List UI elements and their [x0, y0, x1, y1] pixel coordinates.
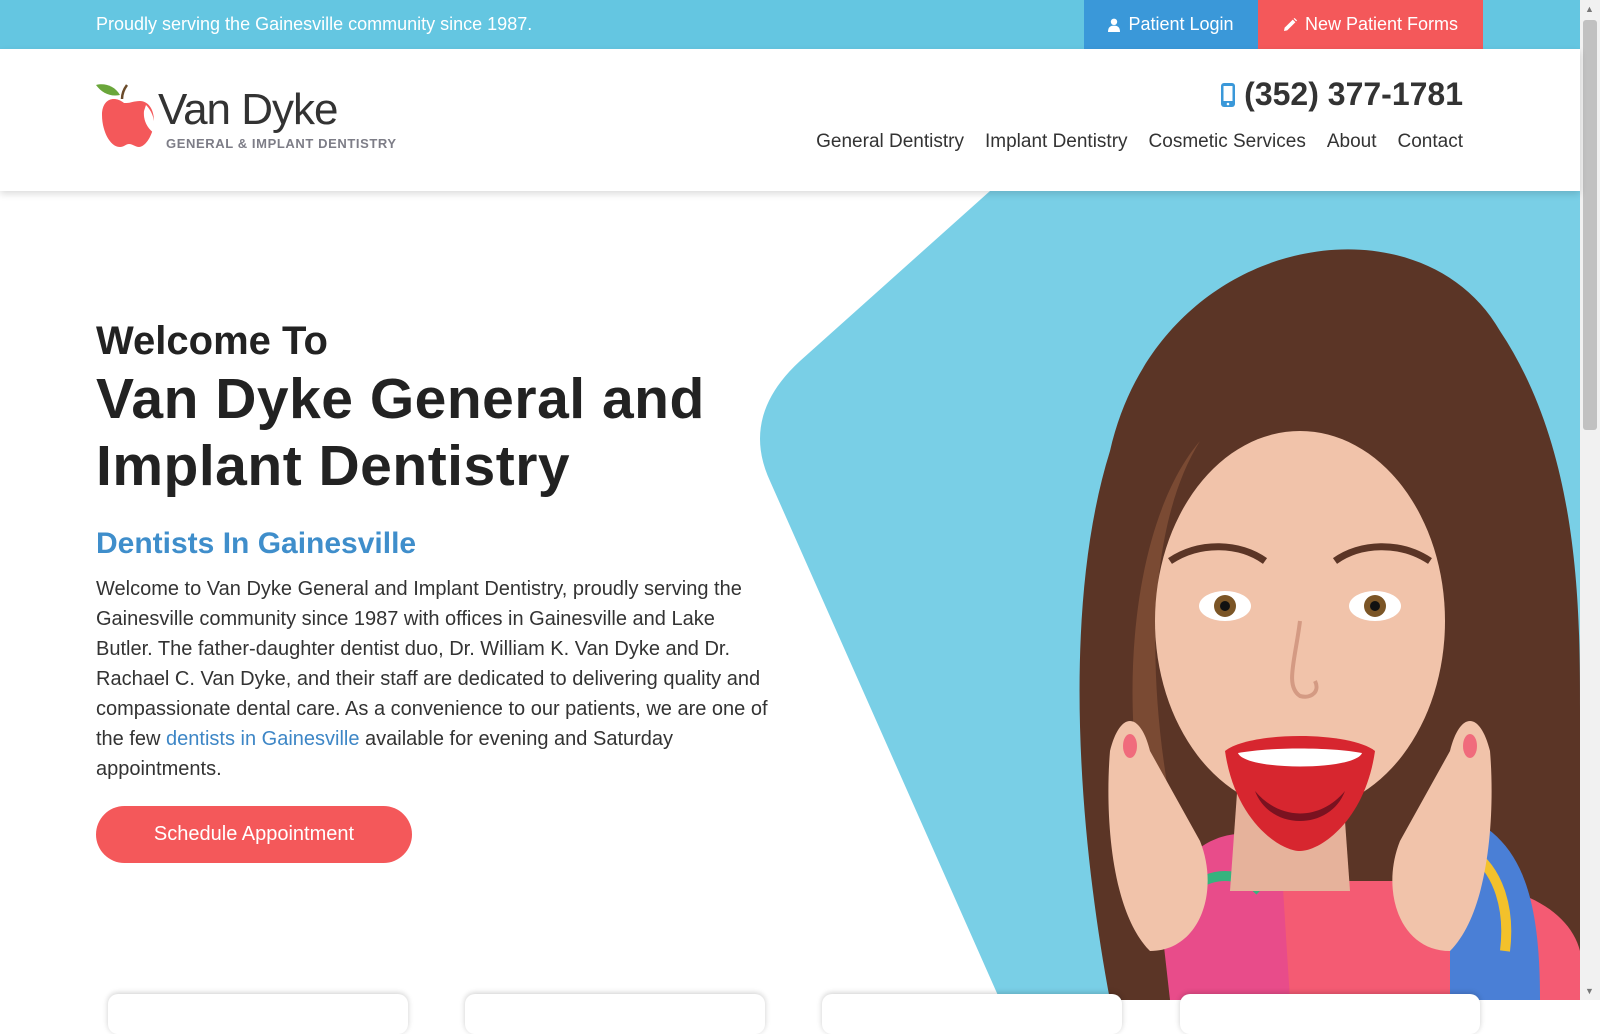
apple-icon	[96, 84, 155, 147]
nav-cosmetic-services[interactable]: Cosmetic Services	[1149, 131, 1306, 153]
new-patient-forms-label: New Patient Forms	[1304, 14, 1459, 34]
welcome-heading: Welcome To	[96, 319, 328, 363]
nav-general-dentistry[interactable]: General Dentistry	[816, 131, 964, 153]
dentists-link[interactable]: dentists in Gainesville	[166, 728, 359, 750]
page-scrollbar[interactable]: ▲ ▼	[1580, 0, 1600, 1000]
phone-label: (352) 377-1781	[1244, 76, 1463, 112]
main-nav: General Dentistry Implant Dentistry Cosm…	[816, 131, 1463, 153]
scroll-down-icon[interactable]: ▼	[1585, 986, 1594, 996]
nav-contact[interactable]: Contact	[1398, 131, 1463, 153]
service-card[interactable]	[108, 994, 408, 1034]
intro-text-part-1: Welcome to Van Dyke General and Implant …	[96, 578, 768, 750]
top-bar: Proudly serving the Gainesville communit…	[0, 0, 1580, 49]
pencil-icon	[1283, 17, 1297, 31]
hero-subtitle: Dentists In Gainesville	[96, 527, 417, 560]
user-icon	[1108, 18, 1121, 32]
page-title: Van Dyke General and Implant Dentistry	[96, 366, 776, 500]
logo-brand-text: Van Dyke	[158, 85, 338, 134]
service-card[interactable]	[1180, 994, 1480, 1034]
schedule-appointment-button[interactable]: Schedule Appointment	[96, 806, 412, 863]
nav-implant-dentistry[interactable]: Implant Dentistry	[985, 131, 1128, 153]
title-line-2: Implant Dentistry	[96, 434, 571, 498]
patient-login-label: Patient Login	[1128, 14, 1234, 34]
nav-about[interactable]: About	[1327, 131, 1377, 153]
intro-paragraph: Welcome to Van Dyke General and Implant …	[96, 574, 776, 784]
scrollbar-thumb[interactable]	[1583, 20, 1597, 430]
phone-number[interactable]: (352) 377-1781	[1220, 76, 1463, 113]
hero-content: Welcome To Van Dyke General and Implant …	[96, 318, 776, 863]
patient-login-button[interactable]: Patient Login	[1084, 0, 1258, 49]
scroll-up-icon[interactable]: ▲	[1585, 4, 1594, 14]
title-line-1: Van Dyke General and	[96, 367, 705, 431]
logo-subtitle: GENERAL & IMPLANT DENTISTRY	[166, 136, 397, 151]
site-header: Van Dyke GENERAL & IMPLANT DENTISTRY (35…	[0, 49, 1580, 191]
service-card[interactable]	[465, 994, 765, 1034]
mobile-phone-icon	[1221, 82, 1236, 107]
service-card[interactable]	[822, 994, 1122, 1034]
tagline: Proudly serving the Gainesville communit…	[96, 14, 533, 34]
new-patient-forms-button[interactable]: New Patient Forms	[1258, 0, 1483, 49]
site-logo[interactable]: Van Dyke GENERAL & IMPLANT DENTISTRY	[96, 81, 396, 153]
